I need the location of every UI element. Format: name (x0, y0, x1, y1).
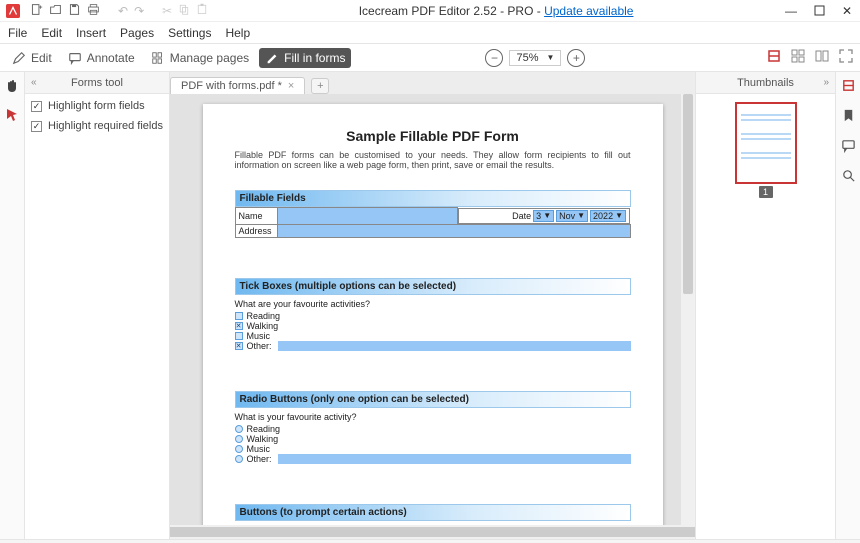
cb-music[interactable]: Music (235, 331, 631, 341)
collapse-icon[interactable]: « (31, 77, 37, 88)
update-link[interactable]: Update available (544, 4, 633, 18)
doc-title: Sample Fillable PDF Form (235, 128, 631, 144)
print-icon[interactable] (87, 3, 100, 19)
doc-intro: Fillable PDF forms can be customised to … (235, 150, 631, 170)
cb-other[interactable]: ✕Other: (235, 341, 631, 351)
menu-help[interactable]: Help (225, 26, 250, 40)
minimize-button[interactable]: — (784, 4, 798, 18)
layout-icon[interactable] (841, 78, 856, 96)
menu-file[interactable]: File (8, 26, 27, 40)
new-icon[interactable] (30, 3, 43, 19)
rb-walking[interactable]: Walking (235, 434, 631, 444)
address-label: Address (235, 224, 277, 237)
hand-tool-icon[interactable] (4, 78, 20, 97)
section-buttons: Buttons (to prompt certain actions) (235, 504, 631, 521)
cb-walking[interactable]: ✕Walking (235, 321, 631, 331)
tab-bar: PDF with forms.pdf *× + (170, 72, 695, 94)
date-day-select[interactable]: 3▼ (533, 210, 554, 222)
cb-reading[interactable]: Reading (235, 311, 631, 321)
zoom-select[interactable]: 75%▼ (509, 50, 561, 66)
expand-icon[interactable]: » (823, 77, 829, 88)
highlight-fields-checkbox[interactable]: ✓Highlight form fields (31, 100, 163, 112)
toolbar: Edit Annotate Manage pages Fill in forms… (0, 44, 860, 72)
undo-icon[interactable]: ↶ (118, 4, 128, 18)
zoom-out-button[interactable]: − (485, 49, 503, 67)
cut-icon: ✂ (162, 4, 172, 18)
bookmark-icon[interactable] (841, 108, 856, 126)
menu-bar: File Edit Insert Pages Settings Help (0, 22, 860, 44)
layout-grid-icon[interactable] (790, 48, 806, 67)
pdf-page: Sample Fillable PDF Form Fillable PDF fo… (203, 104, 663, 525)
name-label: Name (235, 208, 277, 225)
document-tab[interactable]: PDF with forms.pdf *× (170, 77, 305, 94)
close-button[interactable]: ✕ (840, 4, 854, 18)
date-year-select[interactable]: 2022▼ (590, 210, 626, 222)
fullscreen-icon[interactable] (838, 48, 854, 67)
rb-other[interactable]: Other: (235, 454, 631, 464)
document-area: PDF with forms.pdf *× + Sample Fillable … (170, 72, 695, 539)
q-activities: What are your favourite activities? (235, 299, 631, 309)
section-tickboxes: Tick Boxes (multiple options can be sele… (235, 278, 631, 295)
menu-settings[interactable]: Settings (168, 26, 211, 40)
fill-forms-button[interactable]: Fill in forms (259, 48, 351, 68)
title-bar: ↶ ↷ ✂ Icecream PDF Editor 2.52 - PRO - U… (0, 0, 860, 22)
tab-close-icon[interactable]: × (288, 80, 294, 92)
app-icon (6, 4, 20, 18)
paste-icon (196, 3, 208, 18)
menu-insert[interactable]: Insert (76, 26, 106, 40)
date-month-select[interactable]: Nov▼ (556, 210, 588, 222)
zoom-in-button[interactable]: + (567, 49, 585, 67)
vertical-scrollbar[interactable] (681, 94, 695, 525)
other-field[interactable] (278, 341, 631, 351)
rb-music[interactable]: Music (235, 444, 631, 454)
section-fillable: Fillable Fields (235, 190, 631, 207)
manage-pages-button[interactable]: Manage pages (145, 48, 255, 68)
forms-panel-header: «Forms tool (25, 72, 169, 94)
status-bar (0, 539, 860, 543)
comments-icon[interactable] (841, 138, 856, 156)
horizontal-scrollbar[interactable] (170, 525, 695, 539)
thumbnail-number: 1 (759, 186, 773, 198)
section-radio: Radio Buttons (only one option can be se… (235, 391, 631, 408)
q-activity: What is your favourite activity? (235, 412, 631, 422)
menu-edit[interactable]: Edit (41, 26, 62, 40)
layout-double-icon[interactable] (814, 48, 830, 67)
highlight-required-checkbox[interactable]: ✓Highlight required fields (31, 120, 163, 132)
redo-icon[interactable]: ↷ (134, 4, 144, 18)
save-icon[interactable] (68, 3, 81, 19)
search-icon[interactable] (841, 168, 856, 186)
thumbnails-panel: Thumbnails» 1 (695, 72, 835, 539)
left-tool-column (0, 72, 25, 539)
annotate-button[interactable]: Annotate (62, 48, 141, 68)
rb-reading[interactable]: Reading (235, 424, 631, 434)
menu-pages[interactable]: Pages (120, 26, 154, 40)
edit-button[interactable]: Edit (6, 48, 58, 68)
address-field[interactable] (277, 224, 630, 237)
copy-icon (178, 3, 190, 18)
new-tab-button[interactable]: + (311, 78, 329, 94)
layout-single-icon[interactable] (766, 48, 782, 67)
maximize-button[interactable] (812, 4, 826, 18)
name-field[interactable] (277, 208, 457, 225)
document-viewport[interactable]: Sample Fillable PDF Form Fillable PDF fo… (170, 94, 695, 525)
other-field-2[interactable] (278, 454, 631, 464)
open-icon[interactable] (49, 3, 62, 19)
date-label: Date (512, 211, 531, 221)
page-thumbnail[interactable] (735, 102, 797, 184)
forms-panel: «Forms tool ✓Highlight form fields ✓High… (25, 72, 170, 539)
thumbnails-header: Thumbnails» (696, 72, 835, 94)
arrow-tool-icon[interactable] (4, 107, 20, 126)
window-title: Icecream PDF Editor 2.52 - PRO - Update … (208, 4, 784, 18)
right-tool-column (835, 72, 860, 539)
